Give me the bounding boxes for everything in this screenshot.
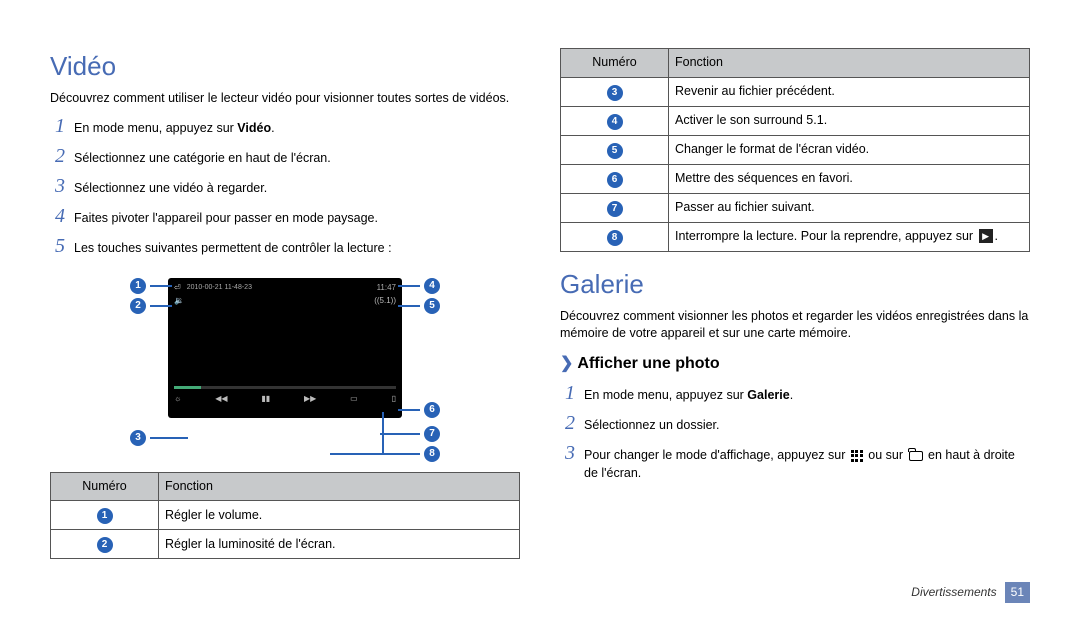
- grid-view-icon: [851, 450, 863, 462]
- prev-icon: ◀◀: [215, 393, 227, 404]
- step-text: Pour changer le mode d'affichage, appuye…: [584, 447, 1030, 482]
- step-text: Sélectionnez un dossier.: [584, 417, 720, 435]
- video-filename: 2010-00-21 11-48-23: [187, 283, 371, 293]
- row-number-badge: 8: [607, 230, 623, 246]
- callout-5: 5: [424, 298, 440, 314]
- row-number-badge: 7: [607, 201, 623, 217]
- video-intro: Découvrez comment utiliser le lecteur vi…: [50, 90, 520, 108]
- right-column: Numéro Fonction 3 Revenir au fichier pré…: [560, 48, 1030, 573]
- row-number-badge: 6: [607, 172, 623, 188]
- col-header-numero: Numéro: [51, 472, 159, 501]
- function-table-right: Numéro Fonction 3 Revenir au fichier pré…: [560, 48, 1030, 252]
- callout-8: 8: [424, 446, 440, 462]
- step-number: 3: [560, 439, 580, 467]
- table-row: 3 Revenir au fichier précédent.: [561, 77, 1030, 106]
- callout-4: 4: [424, 278, 440, 294]
- step-text: Sélectionnez une catégorie en haut de l'…: [74, 150, 331, 168]
- step-number: 1: [50, 112, 70, 140]
- row-function: Régler la luminosité de l'écran.: [159, 530, 520, 559]
- table-row: 7 Passer au fichier suivant.: [561, 193, 1030, 222]
- step-number: 1: [560, 379, 580, 407]
- row-function: Changer le format de l'écran vidéo.: [669, 135, 1030, 164]
- table-row: 8 Interrompre la lecture. Pour la repren…: [561, 222, 1030, 251]
- galerie-step: 2 Sélectionnez un dossier.: [560, 409, 1030, 437]
- footer-page-number: 51: [1005, 582, 1030, 603]
- callout-6: 6: [424, 402, 440, 418]
- next-icon: ▶▶: [304, 393, 316, 404]
- back-icon: ⏎: [174, 282, 181, 293]
- surround-icon: ((5.1)): [374, 295, 396, 306]
- bookmark-icon: ▯: [392, 393, 396, 404]
- subsection-title: Afficher une photo: [577, 353, 719, 375]
- speaker-icon: 🔉: [174, 295, 184, 306]
- galerie-steps: 1 En mode menu, appuyez sur Galerie. 2 S…: [560, 379, 1030, 482]
- row-number-badge: 4: [607, 114, 623, 130]
- video-step: 4 Faites pivoter l'appareil pour passer …: [50, 202, 520, 230]
- step-number: 2: [560, 409, 580, 437]
- row-function: Activer le son surround 5.1.: [669, 106, 1030, 135]
- video-player-mock: ⏎ 2010-00-21 11-48-23 11:47 🔉 ((5.1)) ☼ …: [168, 278, 402, 418]
- step-text: En mode menu, appuyez sur Vidéo.: [74, 120, 275, 138]
- aspect-icon: ▭: [350, 393, 358, 404]
- step-text: En mode menu, appuyez sur Galerie.: [584, 387, 793, 405]
- video-heading: Vidéo: [50, 48, 520, 84]
- subsection-header: ❯ Afficher une photo: [560, 353, 1030, 375]
- callout-3: 3: [130, 430, 146, 446]
- row-function: Régler le volume.: [159, 501, 520, 530]
- callout-2: 2: [130, 298, 146, 314]
- video-figure: ⏎ 2010-00-21 11-48-23 11:47 🔉 ((5.1)) ☼ …: [50, 270, 520, 460]
- row-function: Revenir au fichier précédent.: [669, 77, 1030, 106]
- video-step: 5 Les touches suivantes permettent de co…: [50, 232, 520, 260]
- col-header-numero: Numéro: [561, 49, 669, 78]
- play-icon: ▶: [979, 229, 993, 243]
- table-row: 5 Changer le format de l'écran vidéo.: [561, 135, 1030, 164]
- col-header-fonction: Fonction: [669, 49, 1030, 78]
- video-step: 2 Sélectionnez une catégorie en haut de …: [50, 142, 520, 170]
- step-text: Les touches suivantes permettent de cont…: [74, 240, 392, 258]
- row-number-badge: 5: [607, 143, 623, 159]
- row-function: Mettre des séquences en favori.: [669, 164, 1030, 193]
- table-row: 2 Régler la luminosité de l'écran.: [51, 530, 520, 559]
- folder-view-icon: [909, 451, 923, 461]
- left-column: Vidéo Découvrez comment utiliser le lect…: [50, 48, 520, 573]
- col-header-fonction: Fonction: [159, 472, 520, 501]
- step-text: Faites pivoter l'appareil pour passer en…: [74, 210, 378, 228]
- status-time: 11:47: [377, 282, 396, 293]
- step-number: 4: [50, 202, 70, 230]
- galerie-step: 1 En mode menu, appuyez sur Galerie.: [560, 379, 1030, 407]
- function-table-left: Numéro Fonction 1 Régler le volume. 2 Ré…: [50, 472, 520, 560]
- video-steps: 1 En mode menu, appuyez sur Vidéo. 2 Sél…: [50, 112, 520, 260]
- brightness-icon: ☼: [174, 393, 181, 404]
- progress-bar: [174, 386, 396, 389]
- video-step: 3 Sélectionnez une vidéo à regarder.: [50, 172, 520, 200]
- pause-icon: ▮▮: [261, 393, 270, 404]
- table-row: 1 Régler le volume.: [51, 501, 520, 530]
- step-text: Sélectionnez une vidéo à regarder.: [74, 180, 267, 198]
- galerie-intro: Découvrez comment visionner les photos e…: [560, 308, 1030, 343]
- row-number-badge: 2: [97, 537, 113, 553]
- footer-section: Divertissements: [911, 584, 996, 601]
- video-step: 1 En mode menu, appuyez sur Vidéo.: [50, 112, 520, 140]
- galerie-heading: Galerie: [560, 266, 1030, 302]
- step-number: 3: [50, 172, 70, 200]
- galerie-step: 3 Pour changer le mode d'affichage, appu…: [560, 439, 1030, 482]
- callout-7: 7: [424, 426, 440, 442]
- step-number: 5: [50, 232, 70, 260]
- row-function: Interrompre la lecture. Pour la reprendr…: [669, 222, 1030, 251]
- callout-1: 1: [130, 278, 146, 294]
- page-footer: Divertissements 51: [911, 582, 1030, 603]
- row-number-badge: 3: [607, 85, 623, 101]
- table-row: 6 Mettre des séquences en favori.: [561, 164, 1030, 193]
- chevron-icon: ❯: [560, 353, 573, 375]
- row-number-badge: 1: [97, 508, 113, 524]
- row-function: Passer au fichier suivant.: [669, 193, 1030, 222]
- table-row: 4 Activer le son surround 5.1.: [561, 106, 1030, 135]
- step-number: 2: [50, 142, 70, 170]
